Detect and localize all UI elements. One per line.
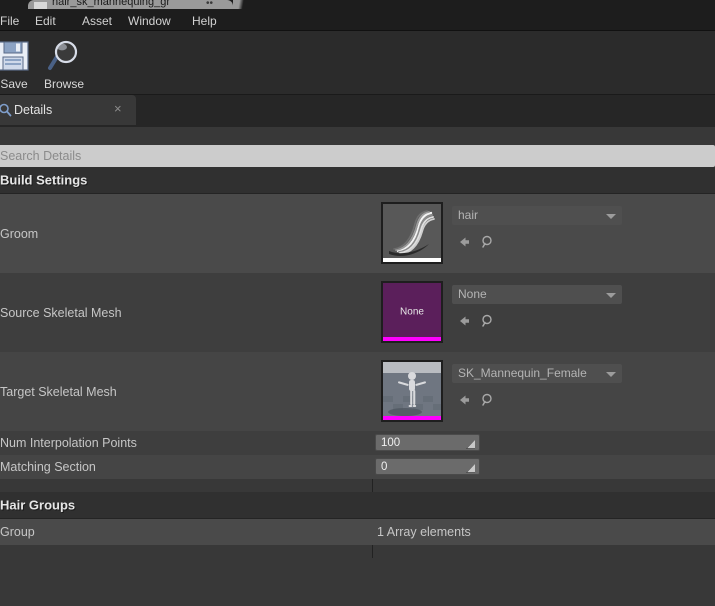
source-row-actions xyxy=(452,313,532,329)
property-label: Source Skeletal Mesh xyxy=(0,305,122,320)
column-divider-tail xyxy=(372,545,373,558)
panel-toolbar-gap xyxy=(0,127,715,145)
menu-item-help[interactable]: Help xyxy=(186,12,223,30)
numeric-value: 0 xyxy=(381,461,388,473)
details-panel: Build Settings Groom hair Source Skeleta… xyxy=(0,167,715,606)
panel-tab-strip: Details × xyxy=(0,95,715,127)
search-input[interactable]: Search Details xyxy=(0,145,715,167)
property-row-num-interpolation-points: Num Interpolation Points 100 xyxy=(0,431,715,455)
thumbnail-status-bar xyxy=(383,258,441,262)
chevron-down-icon xyxy=(606,372,616,377)
property-label: Group xyxy=(0,525,35,539)
window-title: hair_sk_mannequing_gr xyxy=(52,0,171,8)
browse-button[interactable]: Browse xyxy=(33,36,95,92)
menu-item-window[interactable]: Window xyxy=(122,12,177,30)
window-title-bar: hair_sk_mannequing_gr •• xyxy=(0,0,715,9)
property-row-matching-section: Matching Section 0 xyxy=(0,455,715,479)
window-tab-overflow: •• xyxy=(206,0,214,9)
asset-icon xyxy=(34,2,47,9)
target-row-actions xyxy=(452,392,532,408)
chevron-down-icon xyxy=(606,214,616,219)
groom-row-actions xyxy=(452,234,532,250)
unreal-groom-asset-editor: hair_sk_mannequing_gr •• File Edit Asset… xyxy=(0,0,715,606)
left-arrow-icon[interactable] xyxy=(456,392,472,408)
tab-details-label: Details xyxy=(14,103,53,117)
menu-item-edit[interactable]: Edit xyxy=(29,12,62,30)
menu-item-file[interactable]: File xyxy=(0,12,25,30)
target-skeletal-mesh-thumbnail[interactable] xyxy=(381,360,443,422)
magnifier-icon[interactable] xyxy=(480,392,496,408)
property-label: Target Skeletal Mesh xyxy=(0,384,117,399)
browse-icon xyxy=(45,38,83,76)
magnifier-icon[interactable] xyxy=(480,313,496,329)
tab-details[interactable]: Details × xyxy=(0,95,136,125)
magnifier-icon[interactable] xyxy=(480,234,496,250)
details-search-icon xyxy=(0,103,12,117)
combo-value: SK_Mannequin_Female xyxy=(458,366,587,380)
groom-thumbnail[interactable] xyxy=(381,202,443,264)
chevron-down-icon xyxy=(606,293,616,298)
property-label: Groom xyxy=(0,226,39,241)
matching-section-input[interactable]: 0 xyxy=(375,458,480,475)
save-icon xyxy=(0,38,33,76)
main-toolbar: Save Browse xyxy=(0,31,715,95)
combo-value: None xyxy=(458,287,487,301)
drag-handle-icon[interactable] xyxy=(465,437,476,449)
category-title: Build Settings xyxy=(0,172,88,188)
source-skeletal-mesh-thumbnail[interactable]: None xyxy=(381,281,443,343)
num-interpolation-points-input[interactable]: 100 xyxy=(375,434,480,451)
combo-value: hair xyxy=(458,208,479,222)
numeric-value: 100 xyxy=(381,437,401,449)
category-header-build-settings[interactable]: Build Settings xyxy=(0,167,715,194)
property-label: Matching Section xyxy=(0,460,96,474)
property-label: Num Interpolation Points xyxy=(0,436,137,450)
thumbnail-caption: None xyxy=(400,306,424,318)
menu-bar: File Edit Asset Window Help xyxy=(0,9,715,31)
groom-asset-combo[interactable]: hair xyxy=(452,206,622,225)
property-row-source-skeletal-mesh: Source Skeletal Mesh None None xyxy=(0,273,715,352)
property-row-group: Group 1 Array elements xyxy=(0,519,715,545)
property-row-groom: Groom hair xyxy=(0,194,715,273)
category-header-hair-groups[interactable]: Hair Groups xyxy=(0,492,715,519)
source-skeletal-mesh-combo[interactable]: None xyxy=(452,285,622,304)
left-arrow-icon[interactable] xyxy=(456,234,472,250)
category-title: Hair Groups xyxy=(0,497,76,513)
window-tab-right-edge xyxy=(233,0,249,9)
search-placeholder: Search Details xyxy=(0,149,82,163)
thumbnail-status-bar xyxy=(383,416,441,420)
array-element-count: 1 Array elements xyxy=(377,525,471,539)
menu-item-asset[interactable]: Asset xyxy=(76,12,118,30)
target-skeletal-mesh-combo[interactable]: SK_Mannequin_Female xyxy=(452,364,622,383)
left-arrow-icon[interactable] xyxy=(456,313,472,329)
drag-handle-icon[interactable] xyxy=(465,461,476,473)
thumbnail-status-bar xyxy=(383,337,441,341)
close-icon[interactable]: × xyxy=(114,102,122,116)
property-row-target-skeletal-mesh: Target Skeletal Mesh SK_Mannequin_Female xyxy=(0,352,715,431)
browse-button-label: Browse xyxy=(43,77,84,91)
